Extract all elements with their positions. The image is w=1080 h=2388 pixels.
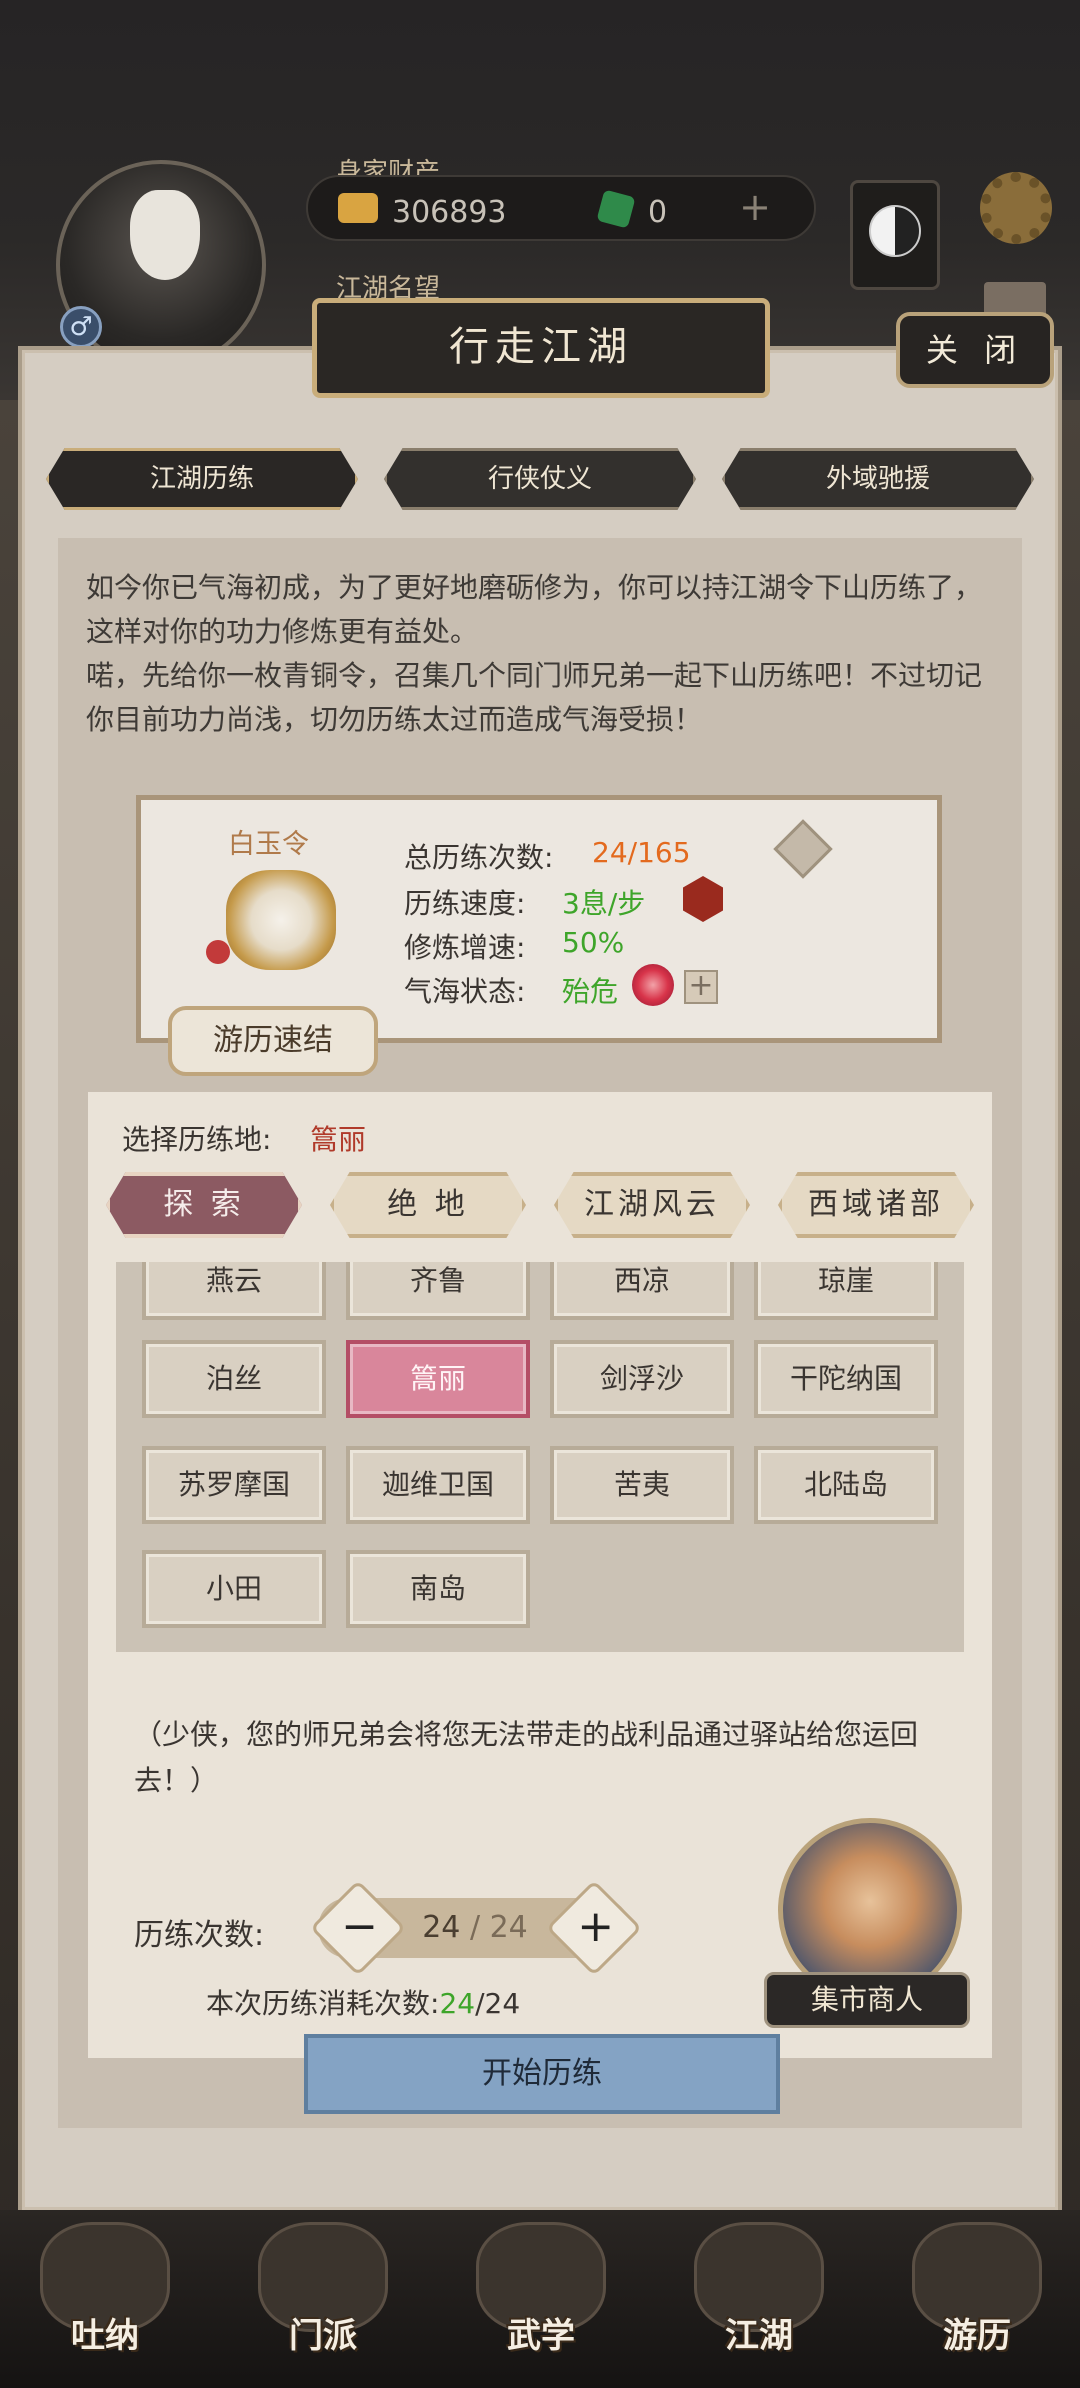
- stat-qihai-value: 殆危: [562, 975, 619, 1008]
- location-jianfusha[interactable]: 剑浮沙: [550, 1340, 734, 1418]
- stat-total-label: 总历练次数:: [404, 841, 554, 874]
- location-gantuonaguo[interactable]: 干陀纳国: [754, 1340, 938, 1418]
- cost-label: 本次历练消耗次数:: [206, 1987, 440, 2020]
- nav-label: 游历: [943, 2316, 1011, 2356]
- location-yanyun[interactable]: 燕云: [142, 1262, 326, 1320]
- jade-token-icon[interactable]: [226, 870, 336, 970]
- intro-paragraph-2: 喏，先给你一枚青铜令，召集几个同门师兄弟一起下山历练吧！不过切记你目前功力尚浅，…: [86, 659, 983, 736]
- cost-max: /24: [475, 1987, 521, 2020]
- selected-location: 篙丽: [310, 1123, 367, 1156]
- tab-jianghu-training[interactable]: 江湖历练: [46, 448, 358, 510]
- stat-speed-label: 历练速度:: [404, 887, 526, 920]
- location-jiaweiweiguo[interactable]: 迦维卫国: [346, 1446, 530, 1524]
- tab-foreign-aid[interactable]: 外域驰援: [722, 448, 1034, 510]
- qihai-swirl-icon: [632, 964, 674, 1006]
- stat-speed-value: 3息/步: [562, 887, 646, 920]
- category-explore[interactable]: 探 索: [106, 1172, 302, 1238]
- gender-male-icon: ♂: [60, 306, 102, 348]
- nav-martial-arts[interactable]: 武学: [466, 2222, 616, 2382]
- select-location-label: 选择历练地:: [122, 1123, 272, 1156]
- nav-breathing[interactable]: 吐纳: [30, 2222, 180, 2382]
- nav-label: 武学: [507, 2316, 575, 2356]
- qihai-plus-button[interactable]: +: [684, 970, 718, 1004]
- quick-finish-button[interactable]: 游历速结: [168, 1006, 378, 1076]
- loot-note: （少侠，您的师兄弟会将您无法带走的战利品通过驿站给您运回去！）: [134, 1718, 919, 1797]
- gold-ingot-icon: [338, 193, 378, 223]
- category-jianghu-fengyun[interactable]: 江湖风云: [554, 1172, 750, 1238]
- settings-gear-icon[interactable]: [980, 172, 1052, 244]
- count-value: 24 / 24: [390, 1910, 560, 1945]
- count-current: 24: [422, 1910, 461, 1945]
- tab-chivalry[interactable]: 行侠仗义: [384, 448, 696, 510]
- add-currency-button[interactable]: +: [735, 188, 775, 228]
- taiji-button[interactable]: [850, 180, 940, 290]
- nav-jianghu[interactable]: 江湖: [684, 2222, 834, 2382]
- token-name: 白玉令: [228, 829, 309, 860]
- location-qilu[interactable]: 齐鲁: [346, 1262, 530, 1320]
- nav-travel[interactable]: 游历: [902, 2222, 1052, 2382]
- count-separator: /: [460, 1910, 490, 1945]
- intro-paragraph-1: 如今你已气海初成，为了更好地磨砺修为，你可以持江湖令下山历练了，这样对你的功力修…: [86, 571, 983, 648]
- avatar-mask-icon: [130, 190, 200, 280]
- merchant-button[interactable]: 集市商人: [764, 1972, 970, 2028]
- location-beiludao[interactable]: 北陆岛: [754, 1446, 938, 1524]
- stat-total-value: 24/165: [592, 836, 691, 869]
- nav-sect[interactable]: 门派: [248, 2222, 398, 2382]
- nav-label: 门派: [289, 2316, 357, 2356]
- dialog-title: 行走江湖: [312, 298, 770, 398]
- nav-label: 江湖: [725, 2316, 793, 2356]
- stat-boost-value: 50%: [562, 926, 625, 959]
- location-suluomoguo[interactable]: 苏罗摩国: [142, 1446, 326, 1524]
- minus-icon: −: [340, 1900, 378, 1952]
- location-bosi[interactable]: 泊丝: [142, 1340, 326, 1418]
- location-nandao[interactable]: 南岛: [346, 1550, 530, 1628]
- training-count-label: 历练次数:: [134, 1918, 265, 1953]
- jade-amount: 0: [648, 195, 668, 230]
- location-xiliang[interactable]: 西凉: [550, 1262, 734, 1320]
- plus-icon: +: [576, 1900, 614, 1952]
- cost-line: 本次历练消耗次数:24/24: [206, 1982, 520, 2022]
- stat-qihai-label: 气海状态:: [404, 975, 526, 1008]
- location-xiaotian[interactable]: 小田: [142, 1550, 326, 1628]
- location-kuyi[interactable]: 苦夷: [550, 1446, 734, 1524]
- count-max: 24: [489, 1910, 528, 1945]
- start-training-button[interactable]: 开始历练: [304, 2034, 780, 2114]
- location-gaoli[interactable]: 篙丽: [346, 1340, 530, 1418]
- category-western-tribes[interactable]: 西域诸部: [778, 1172, 974, 1238]
- tassel-icon: [206, 940, 230, 964]
- gold-amount: 306893: [392, 195, 507, 230]
- taiji-icon: [869, 205, 921, 257]
- category-jedi[interactable]: 绝 地: [330, 1172, 526, 1238]
- stat-boost-label: 修炼增速:: [404, 931, 526, 964]
- intro-text: 如今你已气海初成，为了更好地磨砺修为，你可以持江湖令下山历练了，这样对你的功力修…: [86, 566, 998, 742]
- cost-value: 24: [439, 1987, 476, 2020]
- close-button[interactable]: 关 闭: [896, 312, 1054, 388]
- nav-label: 吐纳: [71, 2316, 139, 2356]
- location-qiongya[interactable]: 琼崖: [754, 1262, 938, 1320]
- location-grid[interactable]: 燕云 齐鲁 西凉 琼崖 泊丝 篙丽 剑浮沙 干陀纳国 苏罗摩国 迦维卫国 苦夷 …: [116, 1262, 964, 1652]
